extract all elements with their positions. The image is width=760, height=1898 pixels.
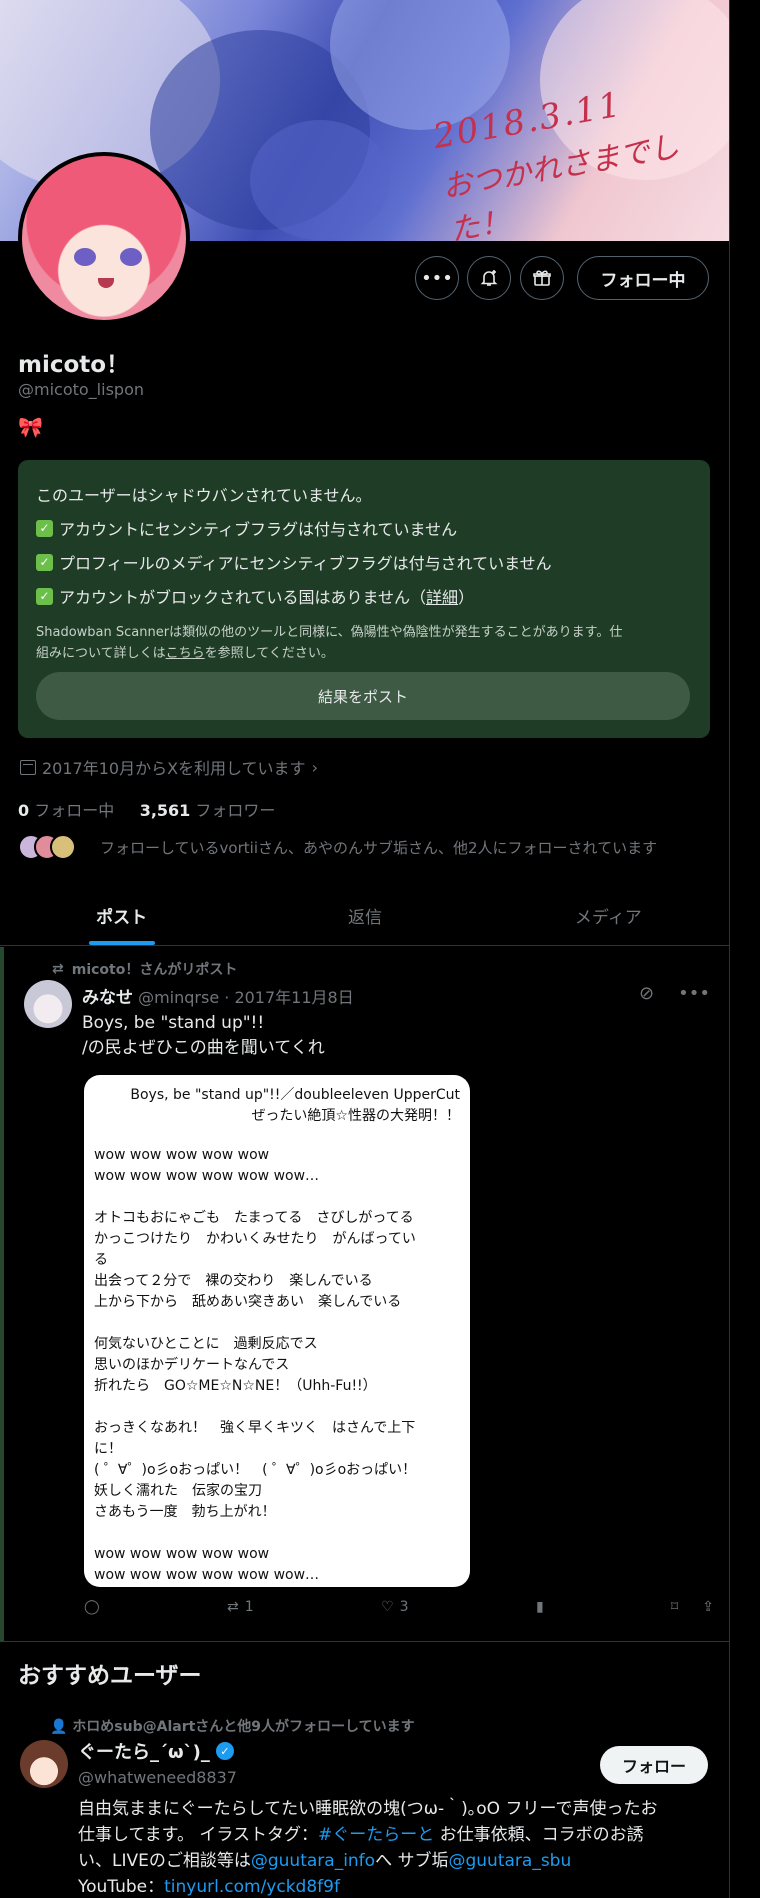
checkmark-icon: ✓	[36, 587, 53, 605]
lyric-title: Boys, be "stand up"!!／doubleeleven Upper…	[130, 1087, 460, 1124]
avatar	[50, 834, 76, 860]
post-meta[interactable]: @minqrse · 2017年11月8日	[138, 988, 354, 1007]
post-result-button[interactable]: 結果をポスト	[36, 672, 690, 720]
bookmark-icon[interactable]: ⌑	[671, 1599, 678, 1615]
recommended-user-name[interactable]: ぐーたら_´ω`)_ ✓	[78, 1738, 234, 1764]
post-header: みなせ @minqrse · 2017年11月8日	[82, 983, 354, 1008]
follow-counts: 0 フォロー中 3,561 フォロワー	[18, 797, 275, 821]
recommended-users-title: おすすめユーザー	[18, 1663, 202, 1689]
tab-media[interactable]: メディア	[487, 886, 729, 945]
tab-posts[interactable]: ポスト	[0, 886, 243, 945]
profile-handle: @micoto_lispon	[18, 380, 144, 399]
checkmark-icon: ✓	[36, 519, 53, 537]
subscribe-gift-button[interactable]	[520, 256, 564, 300]
profile-page: 2018.3.11 おつかれさまでした！ ••• フォロー中 micoto！ @…	[0, 0, 730, 1898]
repost-button[interactable]: ⇄ 1	[227, 1599, 254, 1615]
more-options-button[interactable]: •••	[415, 256, 459, 300]
heart-icon: ♡	[381, 1599, 394, 1615]
repost-icon: ⇄	[227, 1599, 239, 1615]
learn-more-link[interactable]: こちら	[166, 646, 205, 661]
verified-badge-icon: ✓	[215, 1742, 234, 1760]
shadowban-check-row: ✓ アカウントがブロックされている国はありません（ 詳細）	[36, 584, 692, 608]
reply-icon: ◯	[84, 1599, 100, 1615]
bell-plus-icon	[480, 270, 498, 286]
share-icon[interactable]: ⇪	[702, 1599, 714, 1615]
shadowban-check-row: ✓ プロフィールのメディアにセンシティブフラグは付与されていません	[36, 550, 692, 574]
shadowban-scanner-card: このユーザーはシャドウバンされていません。 ✓ アカウントにセンシティブフラグは…	[18, 460, 710, 738]
notifications-button[interactable]	[467, 256, 511, 300]
recommended-social-context: 👤 ホロめsub@Alartさんと他9人がフォローしています	[50, 1719, 415, 1735]
gift-icon	[533, 270, 551, 286]
scrollbar-area[interactable]	[730, 0, 760, 1898]
shadowban-check-row: ✓ アカウントにセンシティブフラグは付与されていません	[36, 516, 692, 540]
joined-date: 2017年10月からXを利用しています ›	[20, 755, 318, 779]
post-text: Boys, be "stand up"!! /の民よぜひこの曲を聞いてくれ	[82, 1013, 325, 1058]
like-button[interactable]: ♡ 3	[381, 1599, 408, 1615]
profile-bio-ribbon: 🎀	[18, 415, 43, 439]
profile-name: micoto！	[18, 352, 130, 378]
shadowban-disclaimer: Shadowban Scannerは類似の他のツールと同様に、偽陽性や偽陰性が発…	[36, 625, 623, 661]
tab-replies[interactable]: 返信	[243, 886, 486, 945]
views-button[interactable]: ▮	[536, 1599, 544, 1615]
chevron-right-icon: ›	[311, 757, 318, 777]
mention-link[interactable]: @guutara_info	[251, 1851, 375, 1871]
post-author-avatar[interactable]	[24, 980, 72, 1028]
profile-tabs: ポスト 返信 メディア	[0, 886, 729, 946]
recommended-user-bio: 自由気ままにぐーたらしてたい睡眠欲の塊(つω-｀)｡oO フリーで声使ったお 仕…	[78, 1799, 658, 1897]
grok-icon[interactable]: ⊘	[639, 983, 654, 1004]
recommended-user-handle: @whatweneed8837	[78, 1768, 237, 1787]
calendar-icon	[20, 759, 36, 775]
following-button[interactable]: フォロー中	[577, 256, 709, 300]
followers-link[interactable]: 3,561 フォロワー	[140, 801, 276, 820]
lyric-body: wow wow wow wow wow wow wow wow wow wow …	[94, 1147, 417, 1583]
hashtag-link[interactable]: #ぐーたらーと	[318, 1825, 434, 1845]
post-image[interactable]: Boys, be "stand up"!!／doubleeleven Upper…	[84, 1075, 470, 1587]
bookmark-and-share: ⌑ ⇪	[671, 1599, 714, 1615]
repost-icon: ⇄	[52, 961, 64, 977]
reply-button[interactable]: ◯	[84, 1599, 100, 1615]
post-actions: ◯ ⇄ 1 ♡ 3 ▮ ⌑ ⇪	[84, 1599, 714, 1615]
following-link[interactable]: 0 フォロー中	[18, 801, 114, 820]
follow-button[interactable]: フォロー	[600, 1746, 708, 1784]
repost-indicator: ⇄ micoto！さんがリポスト	[52, 961, 238, 978]
post-top-icons: ⊘ •••	[639, 983, 710, 1004]
known-followers[interactable]: フォローしているvortiiさん、あやのんサブ垢さん、他2人にフォローされていま…	[18, 832, 657, 862]
bar-chart-icon: ▮	[535, 1599, 544, 1615]
recommended-user-avatar[interactable]	[20, 1740, 68, 1788]
shadowban-title: このユーザーはシャドウバンされていません。	[36, 486, 372, 505]
details-link[interactable]: 詳細	[426, 584, 458, 608]
timeline-post[interactable]: ⇄ micoto！さんがリポスト みなせ @minqrse · 2017年11月…	[0, 947, 729, 1642]
profile-avatar[interactable]	[18, 152, 190, 324]
person-icon: 👤	[50, 1719, 68, 1735]
more-icon: •••	[421, 267, 453, 289]
post-author-name[interactable]: みなせ	[82, 988, 133, 1008]
mention-link[interactable]: @guutara_sbu	[448, 1851, 571, 1871]
checkmark-icon: ✓	[36, 553, 53, 571]
url-link[interactable]: tinyurl.com/yckd8f9f	[164, 1877, 340, 1897]
more-icon[interactable]: •••	[678, 983, 710, 1004]
